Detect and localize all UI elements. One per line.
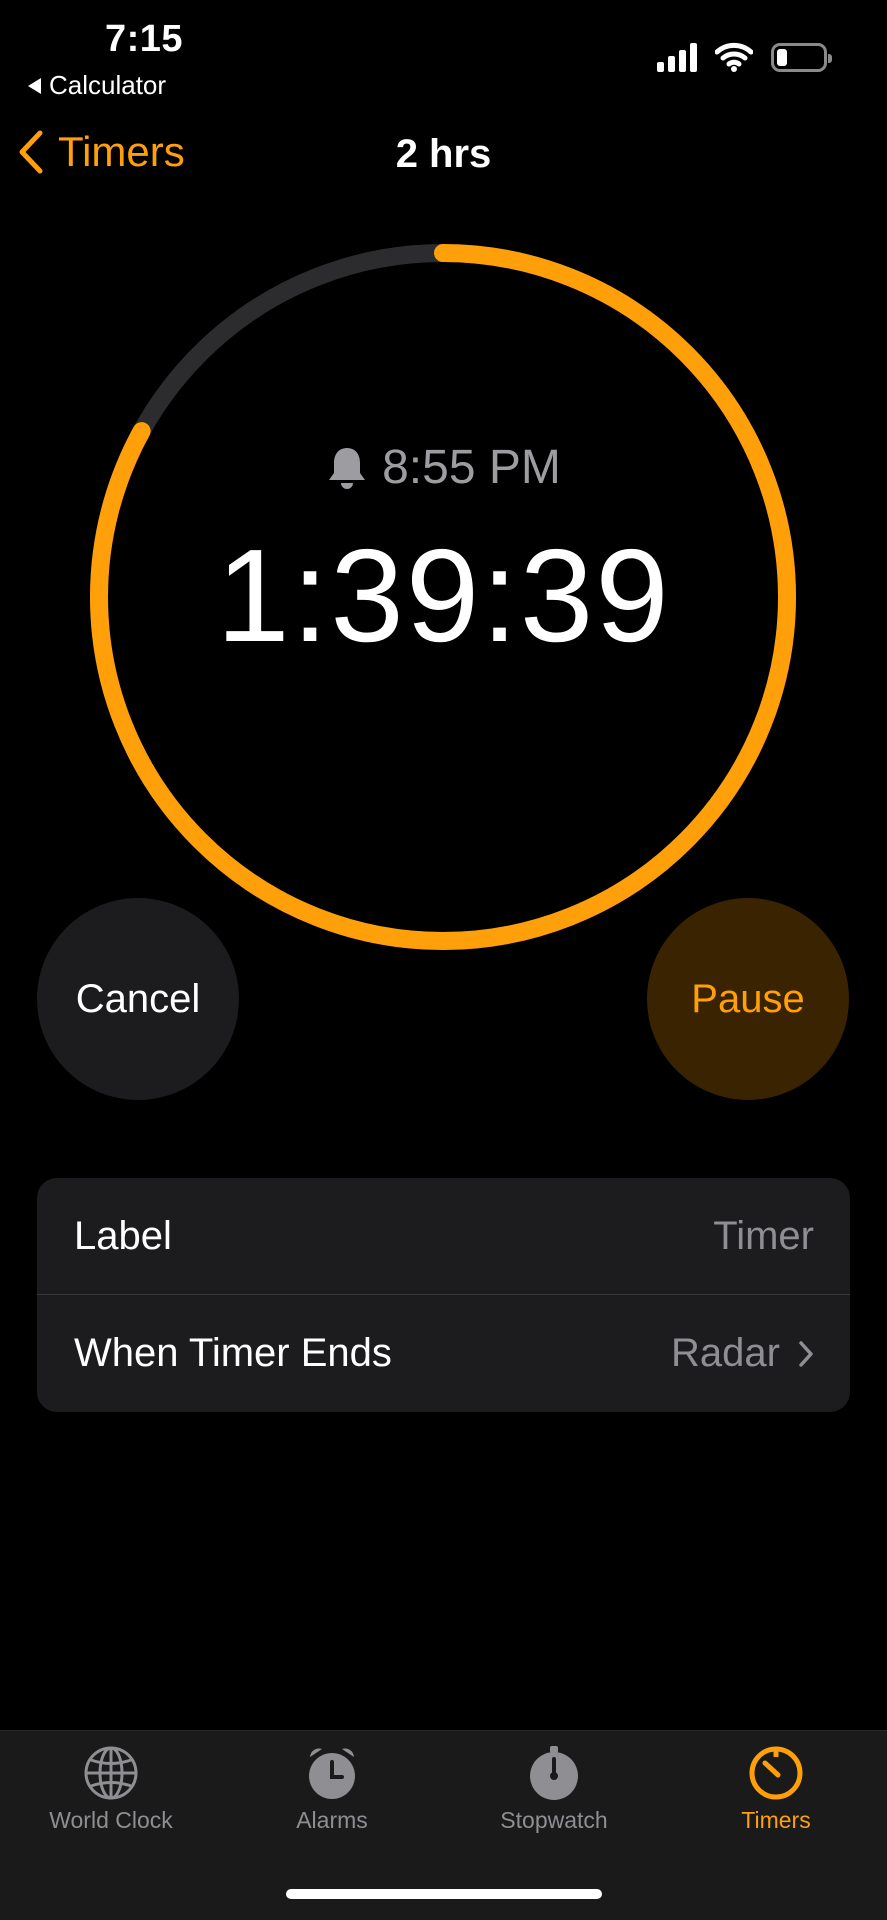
tab-alarms[interactable]: Alarms: [232, 1745, 432, 1834]
home-indicator: [286, 1889, 602, 1899]
label-value: Timer: [713, 1213, 814, 1258]
tab-label: World Clock: [49, 1807, 173, 1833]
cancel-button[interactable]: Cancel: [37, 898, 239, 1100]
alarm-clock-icon: [309, 1748, 355, 1799]
tab-timers[interactable]: Timers: [676, 1745, 876, 1834]
end-time-row: 8:55 PM: [0, 440, 887, 495]
when-timer-ends-row[interactable]: When Timer Ends Radar: [37, 1295, 850, 1412]
tab-label: Timers: [741, 1807, 811, 1833]
label-row[interactable]: Label Timer: [37, 1178, 850, 1295]
tab-label: Stopwatch: [500, 1807, 608, 1833]
tab-world-clock[interactable]: World Clock: [11, 1745, 211, 1834]
timer-progress-ring: [90, 244, 796, 950]
pause-button[interactable]: Pause: [647, 898, 849, 1100]
label-title: Label: [74, 1213, 172, 1258]
end-time: 8:55 PM: [382, 441, 561, 494]
countdown-display: 1:39:39: [216, 522, 671, 669]
tab-label: Alarms: [296, 1807, 368, 1833]
stopwatch-icon: [530, 1746, 578, 1800]
chevron-right-icon: [799, 1340, 813, 1367]
timer-settings-group: Label Timer When Timer Ends Radar: [37, 1178, 850, 1412]
sound-value: Radar: [671, 1331, 780, 1375]
globe-icon: [84, 1746, 138, 1800]
bell-icon: [329, 447, 366, 489]
when-timer-ends-title: When Timer Ends: [74, 1331, 392, 1375]
tab-stopwatch[interactable]: Stopwatch: [454, 1745, 654, 1834]
timer-icon: [749, 1746, 803, 1800]
